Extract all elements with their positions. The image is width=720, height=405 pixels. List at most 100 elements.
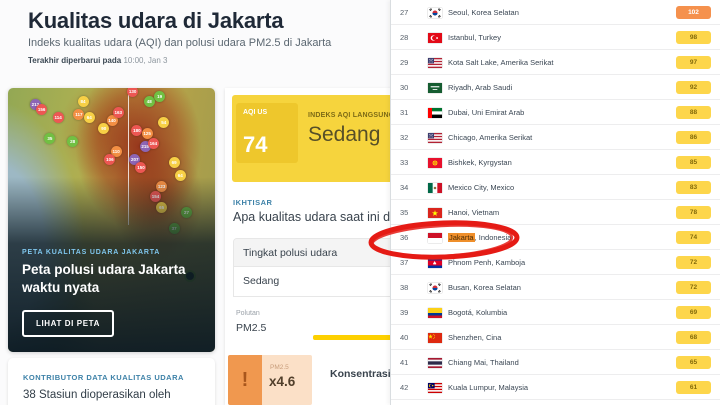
- ranking-row[interactable]: 39 Bogotá, Kolumbia 69: [391, 300, 720, 325]
- rank-number: 30: [400, 83, 409, 92]
- city-name: Riyadh, Arab Saudi: [448, 83, 513, 92]
- tr-flag-icon: [428, 32, 442, 43]
- aqi-badge: 86: [676, 131, 711, 144]
- rank-number: 28: [400, 33, 409, 42]
- ranking-row[interactable]: 41 Chiang Mai, Thailand 65: [391, 350, 720, 375]
- city-name: Kuala Lumpur, Malaysia: [448, 383, 529, 392]
- ae-flag-icon: [428, 107, 442, 118]
- view-map-button[interactable]: LIHAT DI PETA: [22, 310, 114, 338]
- rank-number: 31: [400, 108, 409, 117]
- ranking-row[interactable]: 36 Jakarta, Indonesia 74: [391, 225, 720, 250]
- map-overlay: PETA KUALITAS UDARA JAKARTA Peta polusi …: [8, 177, 215, 352]
- rank-number: 38: [400, 283, 409, 292]
- vn-flag-icon: [428, 207, 442, 218]
- pm25-multiplier: x4.6: [269, 374, 296, 389]
- last-updated-value: 10:00, Jan 3: [123, 56, 168, 65]
- table-value: Sedang: [234, 267, 394, 296]
- aqi-badge: 102: [676, 6, 711, 19]
- aqi-badge: 78: [676, 206, 711, 219]
- overview-kicker: IKHTISAR: [233, 198, 273, 207]
- contributors-kicker: KONTRIBUTOR DATA KUALITAS UDARA: [23, 373, 184, 382]
- aqi-badge: 65: [676, 356, 711, 369]
- aqi-status: Sedang: [308, 123, 381, 146]
- last-updated-label: Terakhir diperbarui pada: [28, 56, 122, 65]
- pollutant-value: PM2.5: [236, 322, 267, 334]
- rank-number: 34: [400, 183, 409, 192]
- rank-number: 29: [400, 58, 409, 67]
- map-marker: 114: [52, 112, 64, 124]
- rank-number: 35: [400, 208, 409, 217]
- app-window: Kualitas udara di Jakarta Indeks kualita…: [0, 0, 720, 405]
- pollutant-bar: [313, 335, 395, 340]
- ranking-row[interactable]: 37 Phnom Penh, Kamboja 72: [391, 250, 720, 275]
- search-highlight: Jakarta: [448, 233, 475, 242]
- city-name: Hanoi, Vietnam: [448, 208, 500, 217]
- ranking-row[interactable]: 28 Istanbul, Turkey 98: [391, 25, 720, 50]
- rank-number: 36: [400, 233, 409, 242]
- pm25-label: PM2.5: [270, 364, 289, 371]
- city-name: Mexico City, Mexico: [448, 183, 515, 192]
- city-name: Dubai, Uni Emirat Arab: [448, 108, 525, 117]
- contributors-card: KONTRIBUTOR DATA KUALITAS UDARA 38 Stasi…: [8, 358, 215, 405]
- aqi-value-box: AQI US 74: [236, 103, 298, 163]
- map-kicker: PETA KUALITAS UDARA JAKARTA: [22, 249, 161, 256]
- th-flag-icon: [428, 357, 442, 368]
- co-flag-icon: [428, 307, 442, 318]
- aqi-badge: 74: [676, 231, 711, 244]
- aqi-badge: 72: [676, 281, 711, 294]
- aqi-badge: 69: [676, 306, 711, 319]
- map-title: Peta polusi udara Jakarta waktu nyata: [22, 262, 186, 296]
- city-name: Phnom Penh, Kamboja: [448, 258, 526, 267]
- ranking-row[interactable]: 32 Chicago, Amerika Serikat 86: [391, 125, 720, 150]
- city-name: Seoul, Korea Selatan: [448, 8, 519, 17]
- aqi-value: 74: [243, 132, 268, 157]
- aqi-scale-label: AQI US: [243, 109, 268, 116]
- kr-flag-icon: [428, 7, 442, 18]
- page-subtitle: Indeks kualitas udara (AQI) dan polusi u…: [28, 37, 332, 49]
- map-marker: 19: [154, 90, 166, 102]
- contributors-text: 38 Stasiun dioperasikan oleh: [23, 389, 171, 401]
- ranking-row[interactable]: 40 Shenzhen, Cina 68: [391, 325, 720, 350]
- aqi-badge: 83: [676, 181, 711, 194]
- rank-number: 32: [400, 133, 409, 142]
- live-aqi-label: INDEKS AQI LANGSUNG: [308, 112, 395, 119]
- map-marker: 125: [141, 127, 153, 139]
- aqi-badge: 97: [676, 56, 711, 69]
- kr-flag-icon: [428, 282, 442, 293]
- map-marker: 69: [168, 156, 180, 168]
- ranking-row[interactable]: 42 Kuala Lumpur, Malaysia 61: [391, 375, 720, 400]
- aqi-banner: AQI US 74 INDEKS AQI LANGSUNG Sedang: [232, 95, 395, 182]
- ranking-row[interactable]: 31 Dubai, Uni Emirat Arab 88: [391, 100, 720, 125]
- map-marker: 28: [67, 135, 79, 147]
- table-header: Tingkat polusi udara: [234, 239, 394, 267]
- aqi-badge: 88: [676, 106, 711, 119]
- rank-number: 33: [400, 158, 409, 167]
- map-marker: 64: [83, 112, 95, 124]
- ranking-row[interactable]: 38 Busan, Korea Selatan 72: [391, 275, 720, 300]
- rank-number: 27: [400, 8, 409, 17]
- us-flag-icon: [428, 57, 442, 68]
- air-quality-map-preview[interactable]: 212 156 114 84 117 64 35 28 90 140 163 110 106 180 125…: [8, 88, 215, 352]
- map-marker: 84: [77, 96, 89, 108]
- id-flag-icon: [428, 232, 442, 243]
- aqi-badge: 98: [676, 31, 711, 44]
- ranking-row[interactable]: 29 Kota Salt Lake, Amerika Serikat 97: [391, 50, 720, 75]
- mx-flag-icon: [428, 182, 442, 193]
- ranking-row[interactable]: 30 Riyadh, Arab Saudi 92: [391, 75, 720, 100]
- ranking-row[interactable]: 35 Hanoi, Vietnam 78: [391, 200, 720, 225]
- map-marker: 163: [112, 106, 124, 118]
- kh-flag-icon: [428, 257, 442, 268]
- ranking-row[interactable]: 34 Mexico City, Mexico 83: [391, 175, 720, 200]
- ranking-row[interactable]: 27 Seoul, Korea Selatan 102: [391, 0, 720, 25]
- pollutant-label: Polutan: [236, 310, 260, 317]
- pm25-multiplier-box: PM2.5 x4.6: [262, 355, 312, 405]
- rank-number: 41: [400, 358, 409, 367]
- city-name: Istanbul, Turkey: [448, 33, 501, 42]
- city-name: Shenzhen, Cina: [448, 333, 502, 342]
- ranking-row[interactable]: 33 Bishkek, Kyrgystan 85: [391, 150, 720, 175]
- page-title: Kualitas udara di Jakarta: [28, 8, 284, 33]
- map-marker: 48: [143, 96, 155, 108]
- ranking-list: 27 Seoul, Korea Selatan 102 28 Istanbul, Tur…: [391, 0, 720, 400]
- sa-flag-icon: [428, 82, 442, 93]
- city-name: Jakarta, Indonesia: [448, 233, 512, 242]
